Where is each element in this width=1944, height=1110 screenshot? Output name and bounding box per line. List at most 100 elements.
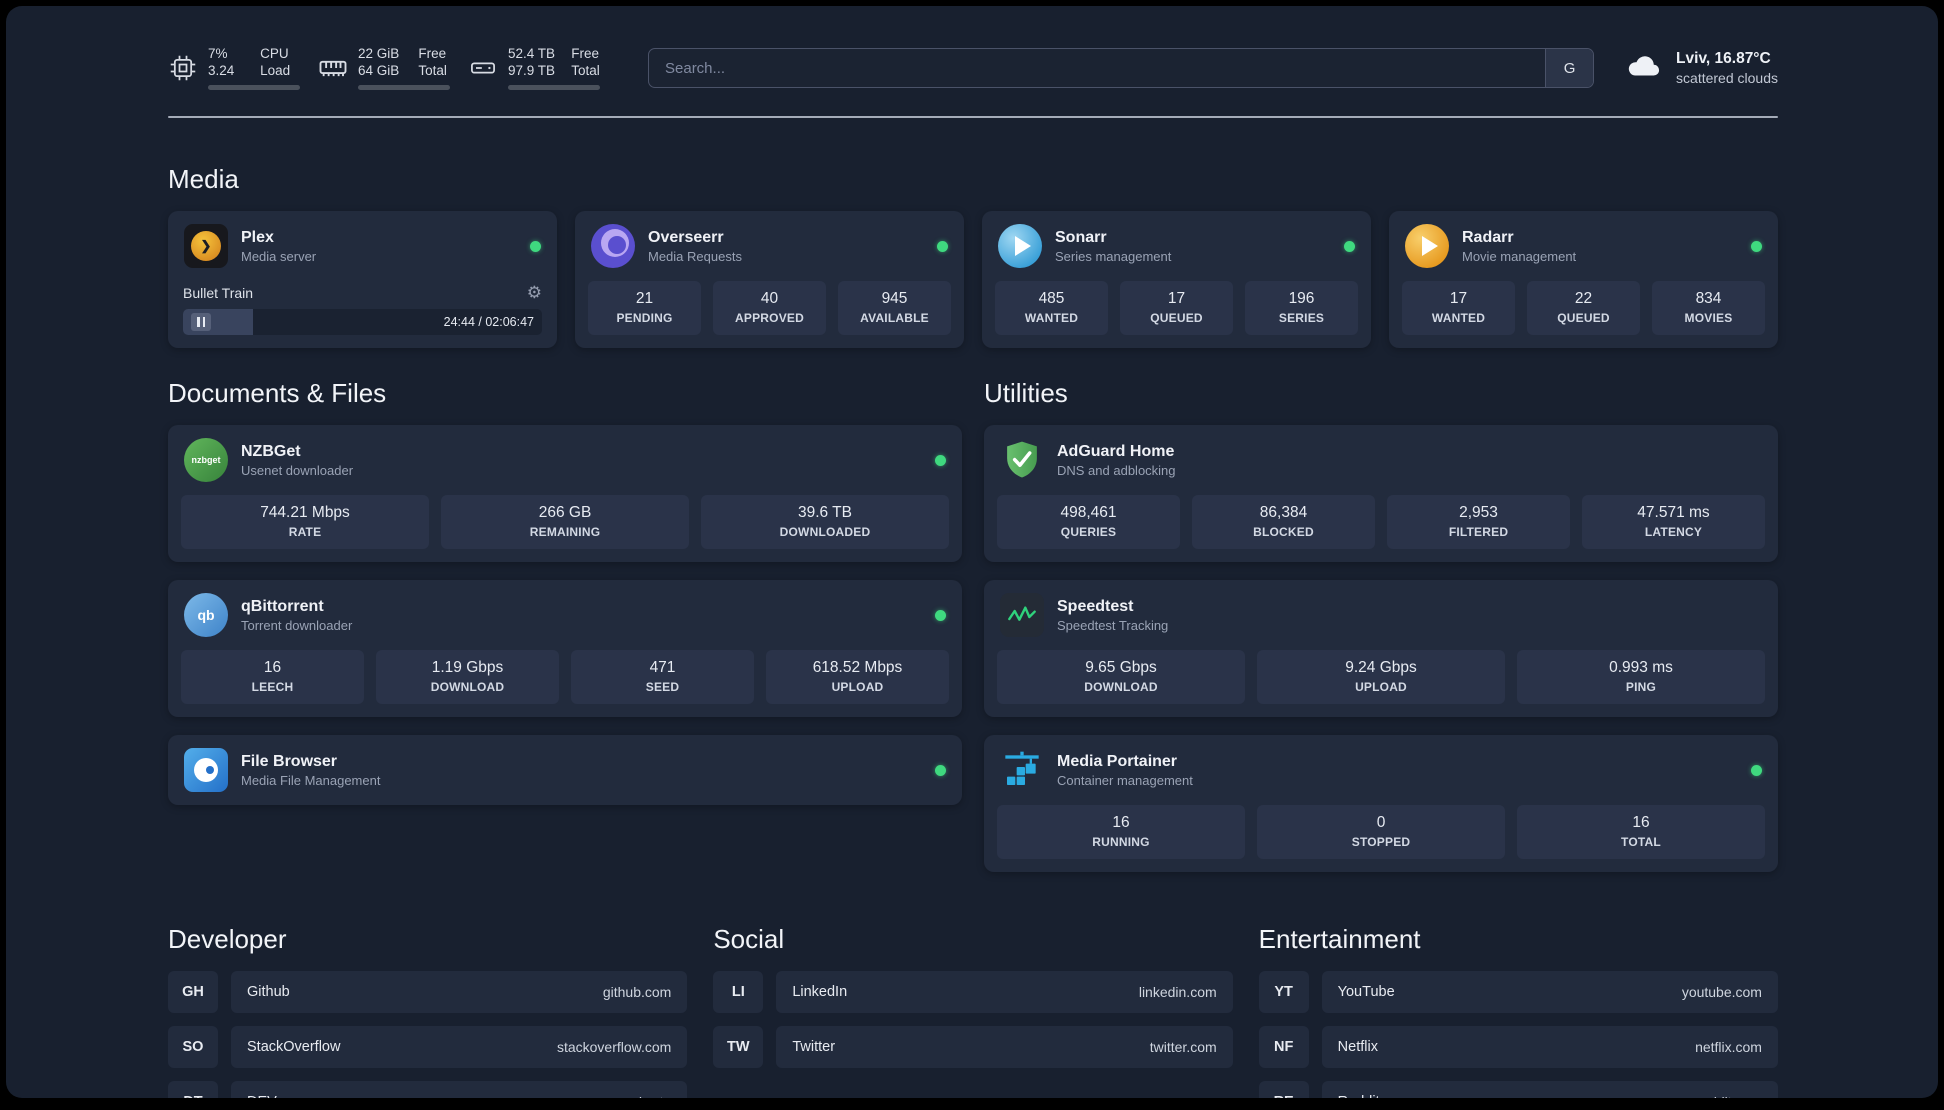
plex-card[interactable]: ❯ Plex Media server Bullet Train ⚙ 24:44… [168,211,557,348]
bookmark-link[interactable]: Reddit reddit.com [1321,1081,1778,1098]
cpu-metric: 7% CPU 3.24 Load [168,46,300,90]
bookmark-url: linkedin.com [1138,984,1217,1000]
bookmark-abbr[interactable]: LI [713,971,764,1013]
stat-label: AVAILABLE [860,311,929,325]
bookmark-netflix[interactable]: NF Netflix netflix.com [1258,1026,1778,1068]
bookmark-name: StackOverflow [247,1039,341,1055]
cpu-label-2: Load [260,63,291,78]
bookmark-link[interactable]: LinkedIn linkedin.com [776,971,1233,1013]
plex-now-playing: Bullet Train ⚙ 24:44 / 02:06:47 [168,284,557,348]
bookmark-dev[interactable]: DT DEV dev.to [168,1081,688,1098]
weather-location: Lviv, 16.87°C [1676,50,1771,67]
stat-filtered: 2,953 FILTERED [1387,495,1570,549]
stat-value: 834 [1695,290,1722,307]
bookmark-abbr[interactable]: YT [1258,971,1309,1013]
utilities-cards: AdGuard Home DNS and adblocking 498,461 … [984,425,1778,872]
cpu-label-1: CPU [260,46,289,61]
weather-widget: Lviv, 16.87°C scattered clouds [1624,47,1778,90]
search-engine-button[interactable]: G [1545,49,1594,87]
section-documents: Documents & Files nzbget NZBGet Usenet d… [168,378,962,872]
stat-value: 16 [1112,814,1130,831]
ram-total-value: 64 GiB [358,63,400,78]
gear-icon[interactable]: ⚙ [527,284,542,301]
cpu-chip-icon [168,53,198,83]
stat-label: DOWNLOAD [1084,680,1158,694]
adguard-card[interactable]: AdGuard Home DNS and adblocking 498,461 … [984,425,1778,562]
stat-value: 744.21 Mbps [260,504,350,521]
stat-download: 1.19 Gbps DOWNLOAD [376,650,559,704]
status-dot [937,240,948,252]
bookmark-url: twitter.com [1149,1039,1217,1055]
documents-cards: nzbget NZBGet Usenet downloader 744.21 M… [168,425,962,805]
disk-progress-bar [508,85,600,90]
section-utilities: Utilities AdGuard Home DNS and adblockin… [984,378,1778,872]
documents-section-title: Documents & Files [168,378,387,408]
stat-label: BLOCKED [1253,525,1314,539]
bookmark-abbr[interactable]: RE [1258,1081,1309,1098]
app-name: Media Portainer [1057,752,1178,770]
bookmark-url: stackoverflow.com [556,1039,672,1055]
app-desc: Speedtest Tracking [1057,617,1169,633]
search-input[interactable] [649,49,1546,87]
bookmark-abbr[interactable]: GH [168,971,218,1013]
nzbget-card[interactable]: nzbget NZBGet Usenet downloader 744.21 M… [168,425,962,562]
qbittorrent-card[interactable]: qb qBittorrent Torrent downloader 16 LEE… [168,580,962,717]
bookmark-abbr[interactable]: DT [168,1081,218,1098]
stat-value: 9.65 Gbps [1085,659,1157,676]
overseerr-header: Overseerr Media Requests [575,211,964,281]
plex-icon: ❯ [184,224,228,268]
portainer-stats: 16 RUNNING 0 STOPPED 16 TOTAL [984,805,1778,872]
qbittorrent-stats: 16 LEECH 1.19 Gbps DOWNLOAD 471 SEED 618… [168,650,962,717]
bookmark-link[interactable]: DEV dev.to [231,1081,688,1098]
stat-value: 2,953 [1459,504,1498,521]
stat-upload: 618.52 Mbps UPLOAD [766,650,949,704]
stat-label: UPLOAD [1355,680,1407,694]
stat-value: 17 [1449,290,1468,307]
stat-value: 16 [1632,814,1650,831]
status-dot [935,454,946,466]
filebrowser-card[interactable]: File Browser Media File Management [168,735,962,805]
app-name: Plex [241,228,274,246]
stat-value: 39.6 TB [797,504,852,521]
bookmark-link[interactable]: Github github.com [231,971,688,1013]
bookmark-link[interactable]: Twitter twitter.com [776,1026,1233,1068]
bookmark-abbr[interactable]: NF [1258,1026,1309,1068]
bookmark-stackoverflow[interactable]: SO StackOverflow stackoverflow.com [168,1026,688,1068]
filebrowser-icon [184,748,228,792]
nzbget-header: nzbget NZBGet Usenet downloader [168,425,962,495]
bookmark-abbr[interactable]: SO [168,1026,218,1068]
bookmark-twitter[interactable]: TW Twitter twitter.com [713,1026,1233,1068]
stat-value: 266 GB [538,504,592,521]
portainer-card[interactable]: Media Portainer Container management 16 … [984,735,1778,872]
sonarr-header: Sonarr Series management [982,211,1371,281]
app-desc: Media Requests [648,248,742,264]
bookmark-reddit[interactable]: RE Reddit reddit.com [1258,1081,1778,1098]
bookmark-url: netflix.com [1695,1039,1762,1055]
pause-button[interactable] [191,313,211,331]
bookmarks: Developer GH Github github.com SO StackO… [168,924,1778,1098]
cloud-icon [1624,47,1662,90]
plex-seek-bar[interactable]: 24:44 / 02:06:47 [183,309,542,335]
bookmark-abbr[interactable]: TW [713,1026,764,1068]
cpu-progress-bar [208,85,300,90]
bookmark-url: github.com [602,984,672,1000]
bookmark-link[interactable]: StackOverflow stackoverflow.com [231,1026,688,1068]
bookmark-youtube[interactable]: YT YouTube youtube.com [1258,971,1778,1013]
bookmark-github[interactable]: GH Github github.com [168,971,688,1013]
stat-label: QUEUED [1557,311,1610,325]
sonarr-card[interactable]: Sonarr Series management 485 WANTED 17 Q… [982,211,1371,348]
radarr-card[interactable]: Radarr Movie management 17 WANTED 22 QUE… [1389,211,1778,348]
social-links: LI LinkedIn linkedin.com TW Twitter twit… [713,971,1233,1068]
speedtest-card[interactable]: Speedtest Speedtest Tracking 9.65 Gbps D… [984,580,1778,717]
bookmark-name: Twitter [792,1039,836,1055]
overseerr-icon [591,224,635,268]
bookmark-link[interactable]: Netflix netflix.com [1321,1026,1778,1068]
radarr-stats: 17 WANTED 22 QUEUED 834 MOVIES [1389,281,1778,348]
overseerr-card[interactable]: Overseerr Media Requests 21 PENDING 40 A… [575,211,964,348]
qbittorrent-meta: qBittorrent Torrent downloader [241,598,352,633]
app-name: AdGuard Home [1057,442,1175,460]
bookmark-linkedin[interactable]: LI LinkedIn linkedin.com [713,971,1233,1013]
middle-columns: Documents & Files nzbget NZBGet Usenet d… [168,378,1778,872]
stat-leech: 16 LEECH [181,650,364,704]
bookmark-link[interactable]: YouTube youtube.com [1321,971,1778,1013]
